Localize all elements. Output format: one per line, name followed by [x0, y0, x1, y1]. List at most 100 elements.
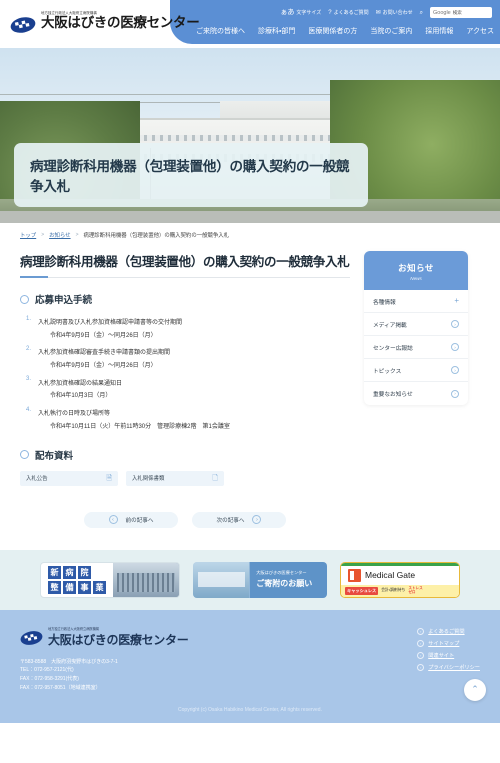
sidebar-item-media[interactable]: メディア掲載 ›	[364, 313, 468, 336]
banner-donation-photo	[193, 561, 250, 598]
breadcrumb-separator-icon: >	[41, 232, 45, 238]
mail-icon: ✉	[375, 9, 381, 16]
banner-medical-gate-title: Medical Gate	[365, 570, 416, 580]
banner-char: 事	[78, 580, 91, 594]
breadcrumb-item-top[interactable]: トップ	[20, 231, 36, 239]
banner-new-hospital-project[interactable]: 新 病 院 整 備 事 業	[40, 561, 180, 598]
footer-info: 地方独立行政法人大阪府立病院機構 大阪はびきの医療センター 〒583-8588 …	[20, 626, 189, 693]
list-item-title: 入札参加資格確認の結果通知日	[38, 380, 123, 387]
banner-donation-subtitle: 大阪はびきの医療センター	[256, 570, 307, 575]
site-header: 地方独立行政法人大阪府立病院機構 大阪はびきの医療センター ぁあ 文字サイズ ?…	[0, 0, 500, 48]
next-article-button[interactable]: 次の記事へ ›	[192, 511, 286, 528]
question-icon: ?	[328, 9, 332, 16]
list-item: 3. 入札参加資格確認の結果通知日 令和4年10月3日（月）	[26, 376, 350, 401]
banner-char: 備	[63, 580, 76, 594]
list-item-title: 入札説明書及び入札参加資格確認申請書等の交付期間	[38, 320, 183, 326]
chevron-right-circle-icon: ›	[417, 651, 425, 659]
footer-logo-title: 大阪はびきの医療センター	[48, 632, 189, 647]
footer-address: 〒583-8588 大阪府羽曳野市はびきの3-7-1 TEL：072-957-2…	[20, 658, 188, 693]
footer-link-faq[interactable]: › よくあるご質問	[417, 627, 480, 635]
banner-char: 新	[48, 565, 61, 579]
footer-fax-liaison: FAX：072-957-8051（地域連携室）	[20, 684, 101, 691]
title-divider	[20, 276, 350, 278]
footer-address-line: 〒583-8588 大阪府羽曳野市はびきの3-7-1	[20, 658, 118, 665]
footer-logo[interactable]: 地方独立行政法人大阪府立病院機構 大阪はびきの医療センター	[20, 626, 189, 649]
sidebar-item-center-magazine[interactable]: センター広報誌 ›	[364, 336, 468, 359]
chevron-right-icon: ›	[252, 515, 262, 524]
utility-faq-label: よくあるご質問	[333, 10, 369, 16]
utility-contact[interactable]: ✉ お問い合わせ	[375, 9, 413, 17]
utility-faq[interactable]: ? よくあるご質問	[328, 9, 369, 17]
download-button-documents[interactable]: 入札関係書類 🗋	[126, 470, 224, 486]
nav-item-access[interactable]: アクセス	[466, 26, 494, 36]
footer-link-label[interactable]: 関連サイト	[428, 652, 454, 659]
sidebar-item-topics[interactable]: トピックス ›	[364, 359, 468, 382]
download-label: 入札関係書類	[132, 476, 165, 482]
list-item-detail: 令和4年9月9日（金）～同月26日（月）	[50, 332, 157, 339]
sidebar-item-important-news[interactable]: 重要なお知らせ ›	[364, 382, 468, 405]
chevron-right-circle-icon: ›	[451, 389, 459, 398]
footer-link-related-sites[interactable]: › 関連サイト	[417, 651, 480, 659]
utility-nav: ぁあ 文字サイズ ? よくあるご質問 ✉ お問い合わせ ⌕ Google 検索	[280, 7, 492, 18]
nav-item-visitors[interactable]: ご来院の皆様へ	[196, 26, 245, 36]
breadcrumb-current: 病理診断科用機器（包理装置他）の購入契約の一般競争入札	[83, 233, 230, 239]
list-item-detail: 令和4年10月11日（火）午前11時30分 管理診療棟2階 第1会議室	[50, 423, 230, 430]
sidebar-item-label: センター広報誌	[373, 345, 413, 352]
procedure-list: 1. 入札説明書及び入札参加資格確認申請書等の交付期間 令和4年9月9日（金）～…	[26, 315, 350, 432]
sidebar-title-jp: お知らせ	[398, 263, 434, 273]
banner-strip: 新 病 院 整 備 事 業 大阪はびきの医療センター ご寄附のお願い Medic…	[0, 549, 500, 610]
circle-bullet-icon	[20, 294, 29, 304]
sidebar-item-various-info[interactable]: 各種情報 +	[364, 290, 468, 313]
logo-mark-icon	[10, 16, 36, 34]
list-item-title: 入札参加資格確認審査手続き申請書類の提出期間	[38, 350, 171, 357]
breadcrumb-separator-icon: >	[75, 232, 79, 238]
download-button-notice[interactable]: 入札公告 🗎	[20, 470, 118, 486]
list-number: 3.	[26, 376, 32, 383]
banner-char: 業	[93, 580, 106, 594]
footer-fax-main: FAX：072-958-3291(代表)	[20, 676, 79, 682]
nav-item-departments[interactable]: 診療科・部門	[258, 26, 295, 36]
section-header-documents: 配布資料	[20, 448, 350, 462]
sidebar-item-label: 重要なお知らせ	[373, 392, 413, 398]
nav-item-medical-professionals[interactable]: 医療関係者の方	[308, 26, 357, 36]
pdf-file-icon: 🗎	[106, 474, 112, 482]
banner-donation-title: ご寄附のお願い	[256, 579, 313, 588]
chevron-right-circle-icon: ›	[417, 663, 425, 671]
utility-text-size-label: 文字サイズ	[296, 10, 322, 16]
utility-text-size[interactable]: ぁあ 文字サイズ	[280, 9, 321, 16]
chevron-right-circle-icon: ›	[451, 343, 459, 351]
back-to-top-button[interactable]: ⌃	[464, 678, 486, 701]
sidebar-title-en: News	[410, 276, 422, 281]
sidebar-header: お知らせ News	[364, 251, 468, 290]
section-title-application: 応募申込手続	[35, 295, 93, 306]
search-input[interactable]: Google 検索	[430, 7, 492, 18]
banner-cashless-tag: キャッシュレス	[345, 586, 379, 595]
footer-logo-mark-icon	[20, 626, 43, 649]
breadcrumb-item-news[interactable]: お知らせ	[49, 231, 70, 239]
list-item: 4. 入札執行の日時及び場所等 令和4年10月11日（火）午前11時30分 管理…	[26, 406, 350, 431]
sidebar-card-news: お知らせ News 各種情報 + メディア掲載 › センター広報誌 › トピック…	[364, 251, 468, 405]
footer-link-label[interactable]: サイトマップ	[428, 640, 459, 647]
list-item-detail: 令和4年10月3日（月）	[50, 393, 112, 400]
prev-article-label: 前の記事へ	[125, 517, 154, 524]
chevron-up-icon: ⌃	[471, 684, 479, 694]
footer-link-label[interactable]: プライバシーポリシー	[428, 664, 480, 671]
search-icon[interactable]: ⌕	[420, 10, 423, 16]
footer-link-sitemap[interactable]: › サイトマップ	[417, 639, 480, 647]
utility-contact-label: お問い合わせ	[382, 10, 413, 16]
nav-item-recruit[interactable]: 採用情報	[425, 26, 453, 36]
hero-title: 病理診断科用機器（包理装置他）の購入契約の一般競争入札	[30, 158, 350, 194]
prev-article-button[interactable]: ‹ 前の記事へ	[84, 511, 178, 528]
medical-gate-logo-icon	[348, 568, 361, 582]
chevron-right-circle-icon: ›	[451, 366, 459, 374]
main-content: 病理診断科用機器（包理装置他）の購入契約の一般競争入札 応募申込手続 1. 入札…	[20, 251, 350, 528]
nav-item-about[interactable]: 当院のご案内	[370, 26, 412, 36]
banner-char: 院	[78, 565, 91, 579]
site-logo[interactable]: 地方独立行政法人大阪府立病院機構 大阪はびきの医療センター	[10, 11, 200, 34]
sidebar-item-label: 各種情報	[373, 299, 396, 306]
sidebar-item-label: メディア掲載	[373, 322, 407, 329]
banner-donation[interactable]: 大阪はびきの医療センター ご寄附のお願い	[193, 561, 327, 598]
footer-link-label[interactable]: よくあるご質問	[428, 628, 464, 635]
banner-medical-gate[interactable]: Medical Gate キャッシュレス 会計・調剤待ち ストレス ゼロ	[340, 561, 460, 598]
footer-link-privacy-policy[interactable]: › プライバシーポリシー	[417, 663, 480, 671]
